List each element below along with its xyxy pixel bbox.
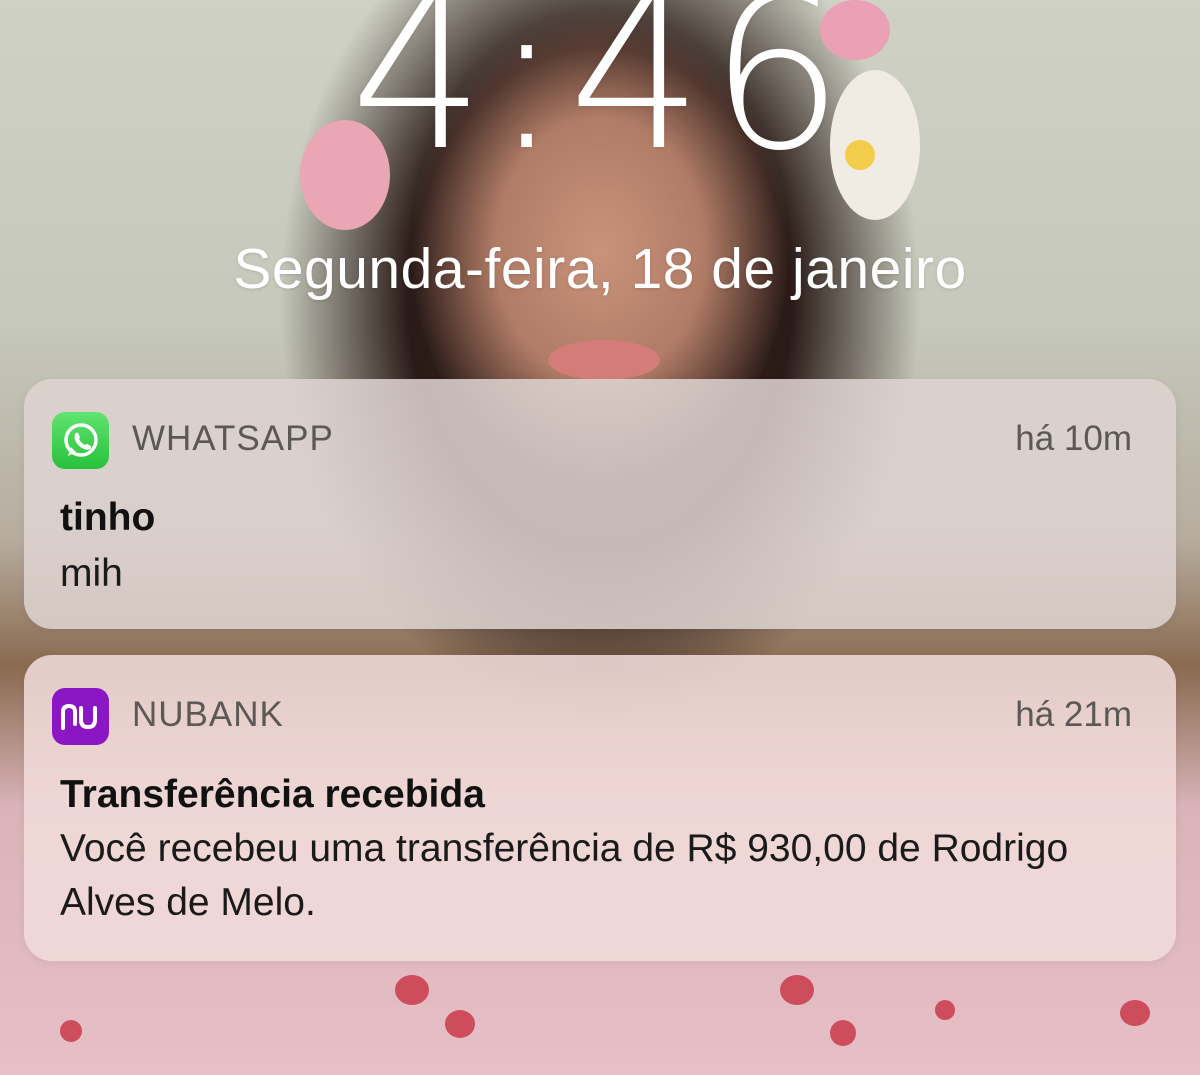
lockscreen-date: Segunda-feira, 18 de janeiro: [233, 237, 967, 301]
notification-title: tinho: [60, 496, 156, 539]
lockscreen-time: 4:46: [349, 0, 851, 197]
notification-whatsapp[interactable]: WHATSAPP há 10m tinho mih: [24, 379, 1176, 629]
notification-body: mih: [60, 552, 123, 595]
notification-app-name: NUBANK: [132, 695, 284, 734]
wallpaper-flower: [1120, 1000, 1150, 1026]
wallpaper-flower: [445, 1010, 475, 1038]
nubank-icon: [52, 688, 109, 745]
wallpaper-flower: [830, 1020, 856, 1046]
notification-timestamp: há 21m: [1015, 695, 1132, 734]
wallpaper-flower: [935, 1000, 955, 1020]
notification-title: Transferência recebida: [60, 773, 485, 816]
notification-app-name: WHATSAPP: [132, 419, 334, 458]
wallpaper-lips: [548, 340, 660, 380]
notification-timestamp: há 10m: [1015, 419, 1132, 458]
wallpaper-flower: [780, 975, 814, 1005]
wallpaper-flower: [60, 1020, 82, 1042]
notification-body: Você recebeu uma transferência de R$ 930…: [60, 827, 1069, 924]
whatsapp-icon: [52, 412, 109, 469]
notification-nubank[interactable]: NUBANK há 21m Transferência recebida Voc…: [24, 655, 1176, 961]
wallpaper-flower: [395, 975, 429, 1005]
